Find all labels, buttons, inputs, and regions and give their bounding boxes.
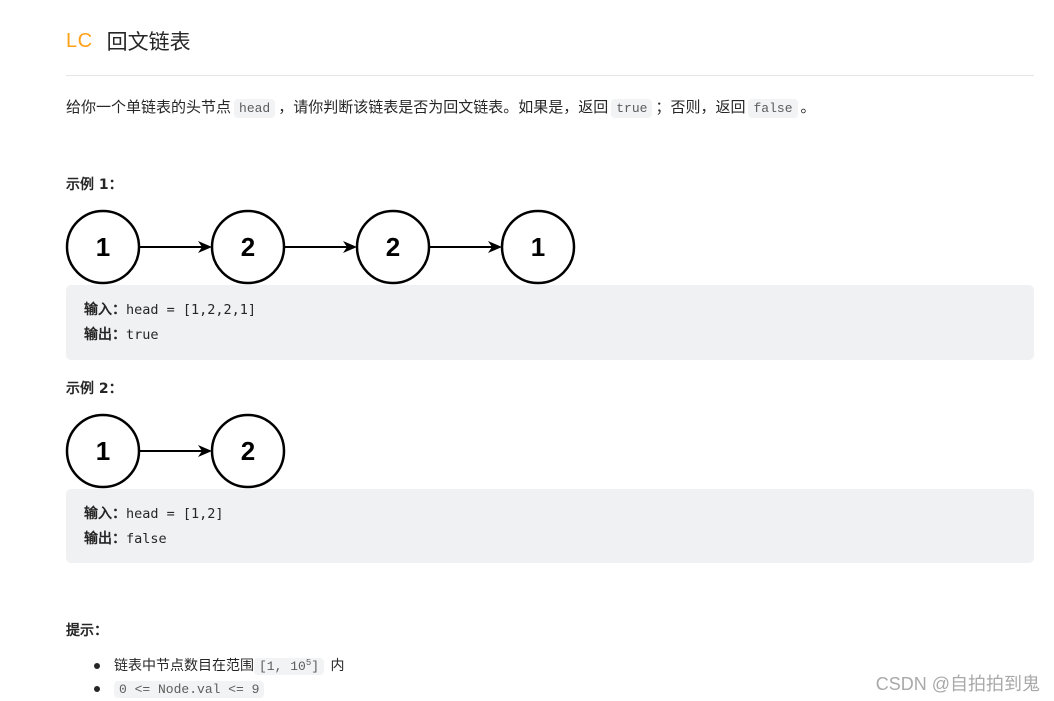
- csdn-watermark: CSDN @自拍拍到鬼: [875, 674, 1040, 694]
- desc-text: 。: [800, 98, 816, 116]
- desc-text: ；否则，返回: [655, 98, 746, 116]
- hints-list: 链表中节点数目在范围 [1, 105] 内 0 <= Node.val <= 9: [94, 655, 344, 701]
- list-node: 1: [500, 209, 576, 285]
- inline-code-head: head: [234, 99, 276, 118]
- divider: [66, 75, 1034, 76]
- example-2-title: 示例 2：: [66, 381, 123, 397]
- arrow-icon: [139, 445, 212, 457]
- desc-text: 给你一个单链表的头节点: [66, 98, 232, 116]
- node-value: 1: [96, 232, 110, 262]
- hint-item: 链表中节点数目在范围 [1, 105] 内: [94, 655, 344, 678]
- list-node: 2: [355, 209, 431, 285]
- hint-range-code: [1, 105]: [254, 658, 325, 675]
- example-1-title: 示例 1：: [66, 177, 123, 193]
- desc-text: ，请你判断该链表是否为回文链表。如果是，返回: [278, 98, 609, 116]
- node-value: 2: [241, 436, 255, 466]
- example-2-linked-list-diagram: 12: [65, 413, 286, 489]
- hint-text: 内: [326, 658, 345, 674]
- input-label: 输入：: [84, 506, 126, 522]
- list-node: 2: [210, 413, 286, 489]
- arrow-icon: [284, 241, 357, 253]
- code-text: ]: [311, 659, 320, 674]
- list-node: 1: [65, 413, 141, 489]
- bullet-icon: [94, 663, 100, 669]
- example-2-input: 输入：head = [1,2]: [84, 503, 224, 523]
- code-text: [1, 10: [259, 659, 306, 674]
- input-value: head = [1,2,2,1]: [126, 302, 257, 318]
- lc-badge: LC: [66, 29, 93, 52]
- problem-header: LC 回文链表: [66, 26, 191, 56]
- input-label: 输入：: [84, 302, 126, 318]
- example-1-input: 输入：head = [1,2,2,1]: [84, 299, 256, 319]
- output-label: 输出：: [84, 327, 126, 343]
- code-superscript: 5: [305, 658, 312, 668]
- node-value: 2: [386, 232, 400, 262]
- hints-title: 提示：: [66, 623, 108, 639]
- node-value: 1: [531, 232, 545, 262]
- arrow-icon: [429, 241, 502, 253]
- list-node: 1: [65, 209, 141, 285]
- arrow-icon: [139, 241, 212, 253]
- node-value: 2: [241, 232, 255, 262]
- example-2-output: 输出：false: [84, 528, 167, 548]
- node-value: 1: [96, 436, 110, 466]
- bullet-icon: [94, 686, 100, 692]
- output-value: false: [126, 531, 167, 547]
- example-1-io-block: 输入：head = [1,2,2,1] 输出：true: [66, 285, 1034, 360]
- input-value: head = [1,2]: [126, 506, 224, 522]
- hint-text: 链表中节点数目在范围: [114, 658, 254, 674]
- output-value: true: [126, 327, 159, 343]
- problem-description: 给你一个单链表的头节点 head ，请你判断该链表是否为回文链表。如果是，返回 tru…: [66, 96, 816, 120]
- problem-title: 回文链表: [106, 30, 191, 54]
- hint-val-code: 0 <= Node.val <= 9: [114, 681, 265, 698]
- output-label: 输出：: [84, 531, 126, 547]
- example-1-output: 输出：true: [84, 324, 159, 344]
- inline-code-false: false: [748, 99, 798, 118]
- hint-item: 0 <= Node.val <= 9: [94, 678, 344, 701]
- example-2-io-block: 输入：head = [1,2] 输出：false: [66, 489, 1034, 563]
- example-1-linked-list-diagram: 1 2 2 1: [65, 209, 576, 285]
- list-node: 2: [210, 209, 286, 285]
- inline-code-true: true: [611, 99, 653, 118]
